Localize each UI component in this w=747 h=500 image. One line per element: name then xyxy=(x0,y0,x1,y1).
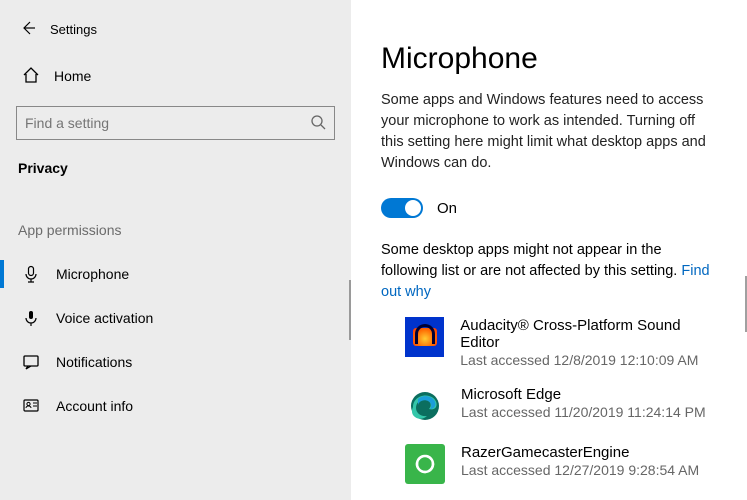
app-row: RazerGamecasterEngine Last accessed 12/2… xyxy=(405,444,719,484)
sidebar-item-account-info[interactable]: Account info xyxy=(0,384,351,428)
note-text: Some desktop apps might not appear in th… xyxy=(381,242,681,279)
sidebar-item-label: Account info xyxy=(56,398,133,414)
app-list: Audacity® Cross-Platform Sound Editor La… xyxy=(381,317,719,484)
app-text: Microsoft Edge Last accessed 11/20/2019 … xyxy=(461,386,706,420)
back-icon[interactable] xyxy=(20,20,36,39)
toggle-state-label: On xyxy=(437,200,457,217)
main-panel: Microphone Some apps and Windows feature… xyxy=(351,0,747,500)
sidebar-item-notifications[interactable]: Notifications xyxy=(0,340,351,384)
home-label: Home xyxy=(54,68,91,84)
app-last-accessed: Last accessed 12/8/2019 12:10:09 AM xyxy=(460,352,719,368)
home-icon xyxy=(22,66,40,87)
toggle-knob xyxy=(405,200,421,216)
page-title: Microphone xyxy=(381,42,719,76)
app-text: RazerGamecasterEngine Last accessed 12/2… xyxy=(461,444,699,478)
settings-window: Settings Home Privacy App permissions Mi… xyxy=(0,0,747,500)
home-nav[interactable]: Home xyxy=(0,56,351,96)
sidebar-item-voice-activation[interactable]: Voice activation xyxy=(0,296,351,340)
search-icon xyxy=(310,114,326,133)
app-name: Microsoft Edge xyxy=(461,386,706,403)
audacity-icon xyxy=(405,317,444,357)
app-row: Audacity® Cross-Platform Sound Editor La… xyxy=(405,317,719,368)
notifications-icon xyxy=(22,353,40,371)
section-privacy: Privacy xyxy=(0,146,351,190)
sidebar: Settings Home Privacy App permissions Mi… xyxy=(0,0,351,500)
app-last-accessed: Last accessed 11/20/2019 11:24:14 PM xyxy=(461,404,706,420)
app-row: Microsoft Edge Last accessed 11/20/2019 … xyxy=(405,386,719,426)
search-input[interactable] xyxy=(25,115,310,131)
sidebar-item-label: Notifications xyxy=(56,354,132,370)
razer-icon xyxy=(405,444,445,484)
sidebar-item-microphone[interactable]: Microphone xyxy=(0,252,351,296)
voice-icon xyxy=(22,309,40,327)
sidebar-item-label: Microphone xyxy=(56,266,129,282)
search-box[interactable] xyxy=(16,106,335,140)
desktop-apps-note: Some desktop apps might not appear in th… xyxy=(381,240,719,303)
header-row: Settings xyxy=(0,10,351,48)
window-title: Settings xyxy=(50,22,97,37)
app-name: Audacity® Cross-Platform Sound Editor xyxy=(460,317,719,351)
app-text: Audacity® Cross-Platform Sound Editor La… xyxy=(460,317,719,368)
account-icon xyxy=(22,397,40,415)
page-description: Some apps and Windows features need to a… xyxy=(381,90,711,174)
microphone-toggle[interactable] xyxy=(381,198,423,218)
microphone-icon xyxy=(22,265,40,283)
microphone-toggle-row: On xyxy=(381,198,719,218)
sidebar-item-label: Voice activation xyxy=(56,310,153,326)
edge-icon xyxy=(405,386,445,426)
app-name: RazerGamecasterEngine xyxy=(461,444,699,461)
group-app-permissions: App permissions xyxy=(0,190,351,252)
app-last-accessed: Last accessed 12/27/2019 9:28:54 AM xyxy=(461,462,699,478)
